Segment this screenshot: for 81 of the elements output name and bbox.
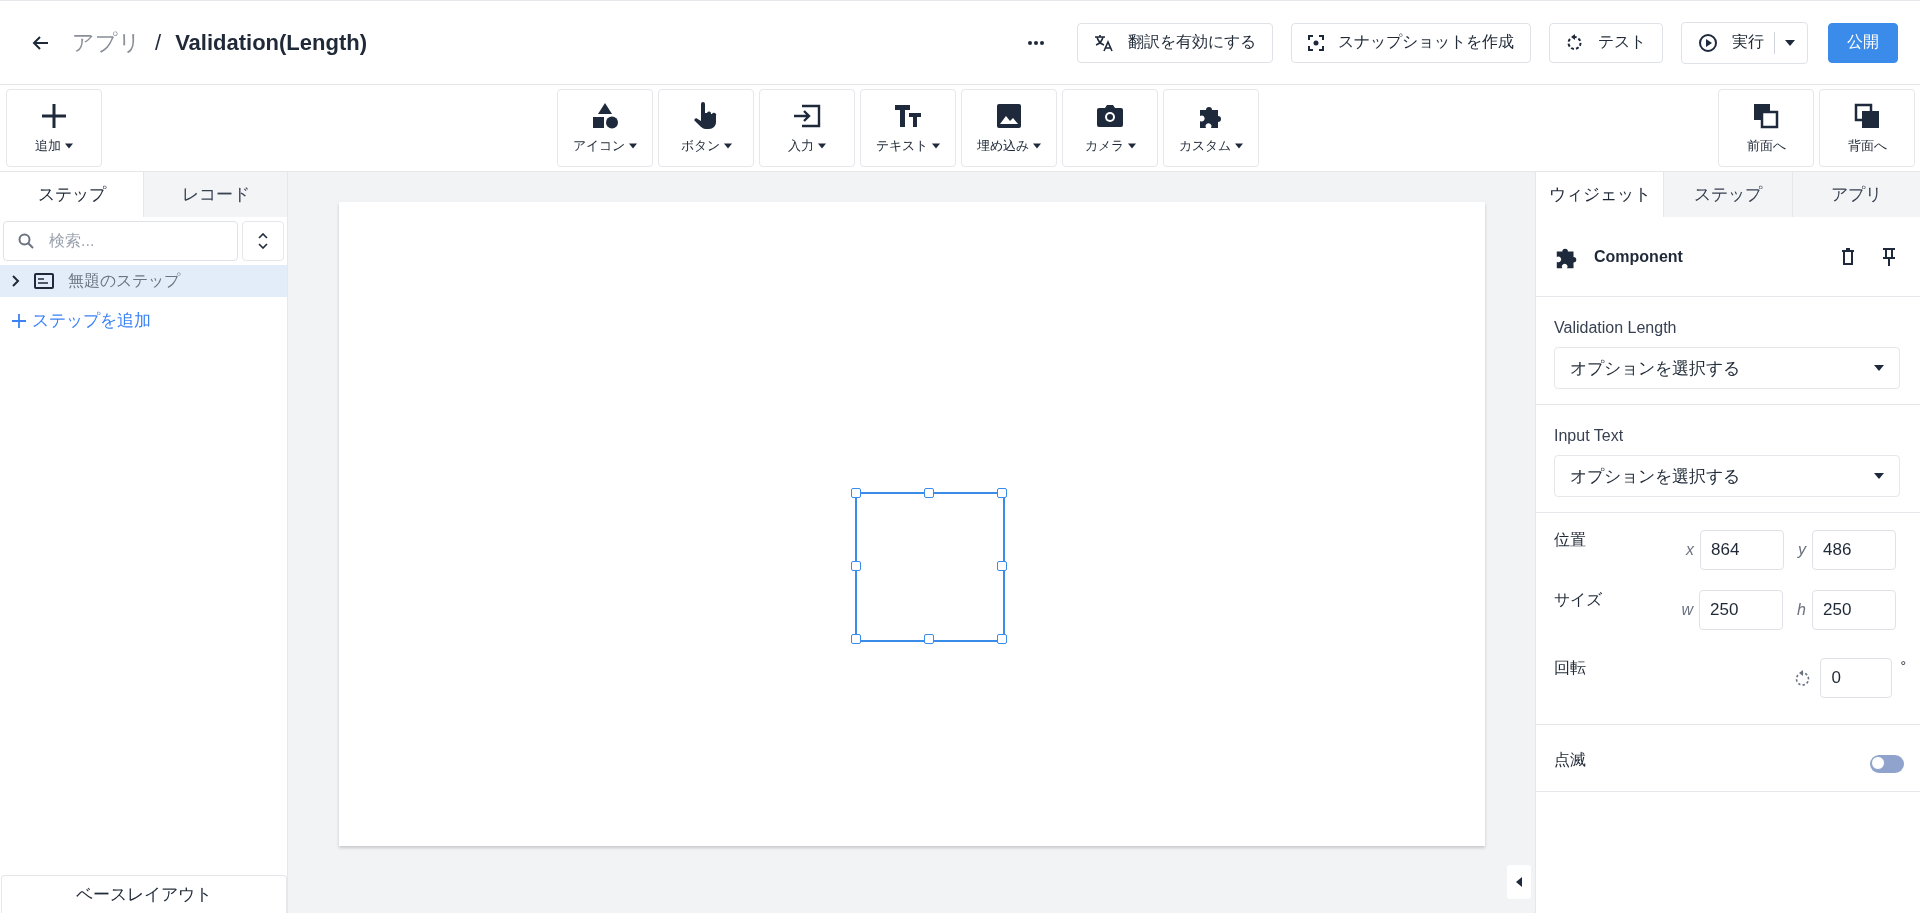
- caret-icon: [1127, 143, 1136, 149]
- axis-label: y: [1798, 541, 1806, 559]
- degree-unit: °: [1900, 658, 1906, 674]
- caret-icon: [1033, 143, 1041, 149]
- pointing-hand-icon: [693, 102, 719, 130]
- pin-icon[interactable]: [1882, 247, 1896, 266]
- number-field[interactable]: 250: [1812, 590, 1896, 630]
- plus-icon: [12, 313, 26, 328]
- property-label: 位置: [1554, 530, 1586, 550]
- step-card-icon: [34, 273, 54, 289]
- rotate-icon: [1566, 33, 1584, 52]
- bring-front-icon: [1753, 103, 1779, 129]
- caret-icon: [1874, 365, 1884, 371]
- property-label: 回転: [1554, 658, 1586, 678]
- add-step-link[interactable]: ステップを追加: [0, 297, 287, 344]
- search-field[interactable]: 検索...: [3, 221, 238, 261]
- caret-icon: [65, 143, 73, 149]
- input-insert-button[interactable]: 入力: [759, 89, 855, 167]
- number-field[interactable]: 250: [1699, 590, 1784, 630]
- translate-button[interactable]: 翻訳を有効にする: [1077, 22, 1273, 63]
- property-label: Input Text: [1554, 427, 1625, 445]
- collapse-panel-button[interactable]: [1507, 865, 1531, 899]
- test-button[interactable]: テスト: [1549, 22, 1663, 63]
- camera-icon: [1096, 104, 1124, 128]
- more-icon[interactable]: [1027, 39, 1045, 46]
- caret-icon: [932, 143, 940, 149]
- caret-icon: [1785, 39, 1795, 46]
- caret-icon: [629, 143, 637, 149]
- caret-icon: [1235, 143, 1243, 149]
- property-label: 点滅: [1554, 749, 1586, 770]
- send-back-button[interactable]: 背面へ: [1819, 89, 1915, 167]
- axis-label: h: [1797, 601, 1806, 619]
- translate-icon: [1094, 32, 1114, 53]
- embed-insert-button[interactable]: 埋め込み: [961, 89, 1057, 167]
- play-circle-icon: [1698, 32, 1718, 53]
- property-label: Validation Length: [1554, 319, 1678, 337]
- number-field[interactable]: 486: [1812, 530, 1896, 570]
- camera-insert-button[interactable]: カメラ: [1062, 89, 1158, 167]
- shapes-icon: [591, 102, 619, 130]
- icon-insert-button[interactable]: アイコン: [557, 89, 653, 167]
- focus-frame-icon: [1308, 34, 1324, 51]
- axis-label: x: [1686, 541, 1694, 559]
- text-insert-button[interactable]: テキスト: [860, 89, 956, 167]
- widget-name: Component: [1594, 247, 1684, 266]
- text-size-icon: [894, 104, 922, 128]
- input-icon: [792, 104, 822, 128]
- custom-insert-button[interactable]: カスタム: [1163, 89, 1259, 167]
- axis-label: w: [1681, 601, 1694, 619]
- send-back-icon: [1854, 103, 1880, 129]
- snapshot-button[interactable]: スナップショットを作成: [1291, 22, 1531, 63]
- caret-icon: [818, 143, 826, 149]
- run-split-button[interactable]: 実行: [1681, 21, 1808, 64]
- number-field[interactable]: 864: [1700, 530, 1784, 570]
- caret-left-icon: [1516, 877, 1522, 887]
- blink-toggle[interactable]: [1870, 755, 1904, 773]
- rotate-icon: [1794, 669, 1811, 687]
- image-icon: [996, 103, 1022, 129]
- add-button[interactable]: 追加: [6, 89, 102, 167]
- option-dropdown[interactable]: オプションを選択する: [1554, 455, 1900, 497]
- caret-icon: [1874, 473, 1884, 479]
- chevron-right-icon[interactable]: [12, 275, 20, 287]
- plus-icon: [41, 103, 67, 129]
- option-dropdown[interactable]: オプションを選択する: [1554, 347, 1900, 389]
- sort-icon: [258, 233, 268, 249]
- panel-tab[interactable]: ステップ: [1663, 172, 1792, 217]
- search-icon: [18, 233, 34, 249]
- rotation-field[interactable]: 0: [1820, 658, 1893, 698]
- sort-button[interactable]: [242, 221, 284, 261]
- property-label: サイズ: [1554, 590, 1602, 610]
- caret-icon: [723, 143, 732, 149]
- button-insert-button[interactable]: ボタン: [658, 89, 754, 167]
- panel-tab[interactable]: アプリ: [1791, 172, 1920, 217]
- base-layout-button[interactable]: ベースレイアウト: [1, 875, 287, 913]
- trash-icon[interactable]: [1841, 247, 1855, 266]
- breadcrumb-separator: /: [155, 29, 162, 56]
- step-label[interactable]: 無題のステップ: [68, 270, 180, 292]
- step-row[interactable]: 無題のステップ: [0, 265, 287, 297]
- page-title: Validation(Length): [175, 29, 367, 56]
- panel-tab[interactable]: レコード: [143, 172, 287, 217]
- bring-front-button[interactable]: 前面へ: [1718, 89, 1814, 167]
- run-label[interactable]: 実行: [1732, 32, 1764, 53]
